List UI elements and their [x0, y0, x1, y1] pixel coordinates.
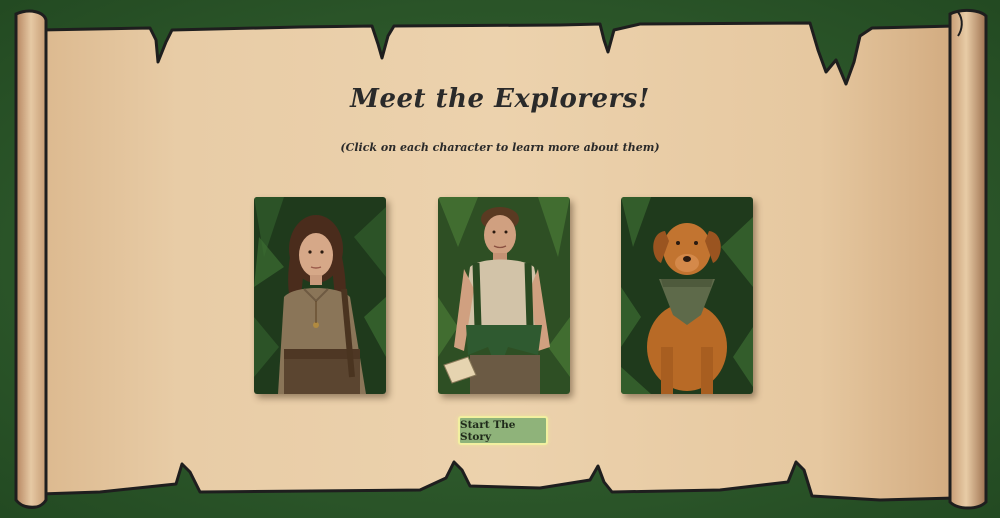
character-card-man[interactable] — [438, 197, 570, 394]
woman-explorer-portrait-icon — [254, 197, 386, 394]
man-explorer-portrait-icon — [438, 197, 570, 394]
start-story-button[interactable]: Start The Story — [458, 416, 548, 445]
page-subtitle: (Click on each character to learn more a… — [340, 141, 660, 154]
dog-portrait-icon — [621, 197, 753, 394]
character-card-woman[interactable] — [254, 197, 386, 394]
page-title: Meet the Explorers! — [350, 84, 650, 114]
character-card-dog[interactable] — [621, 197, 753, 394]
